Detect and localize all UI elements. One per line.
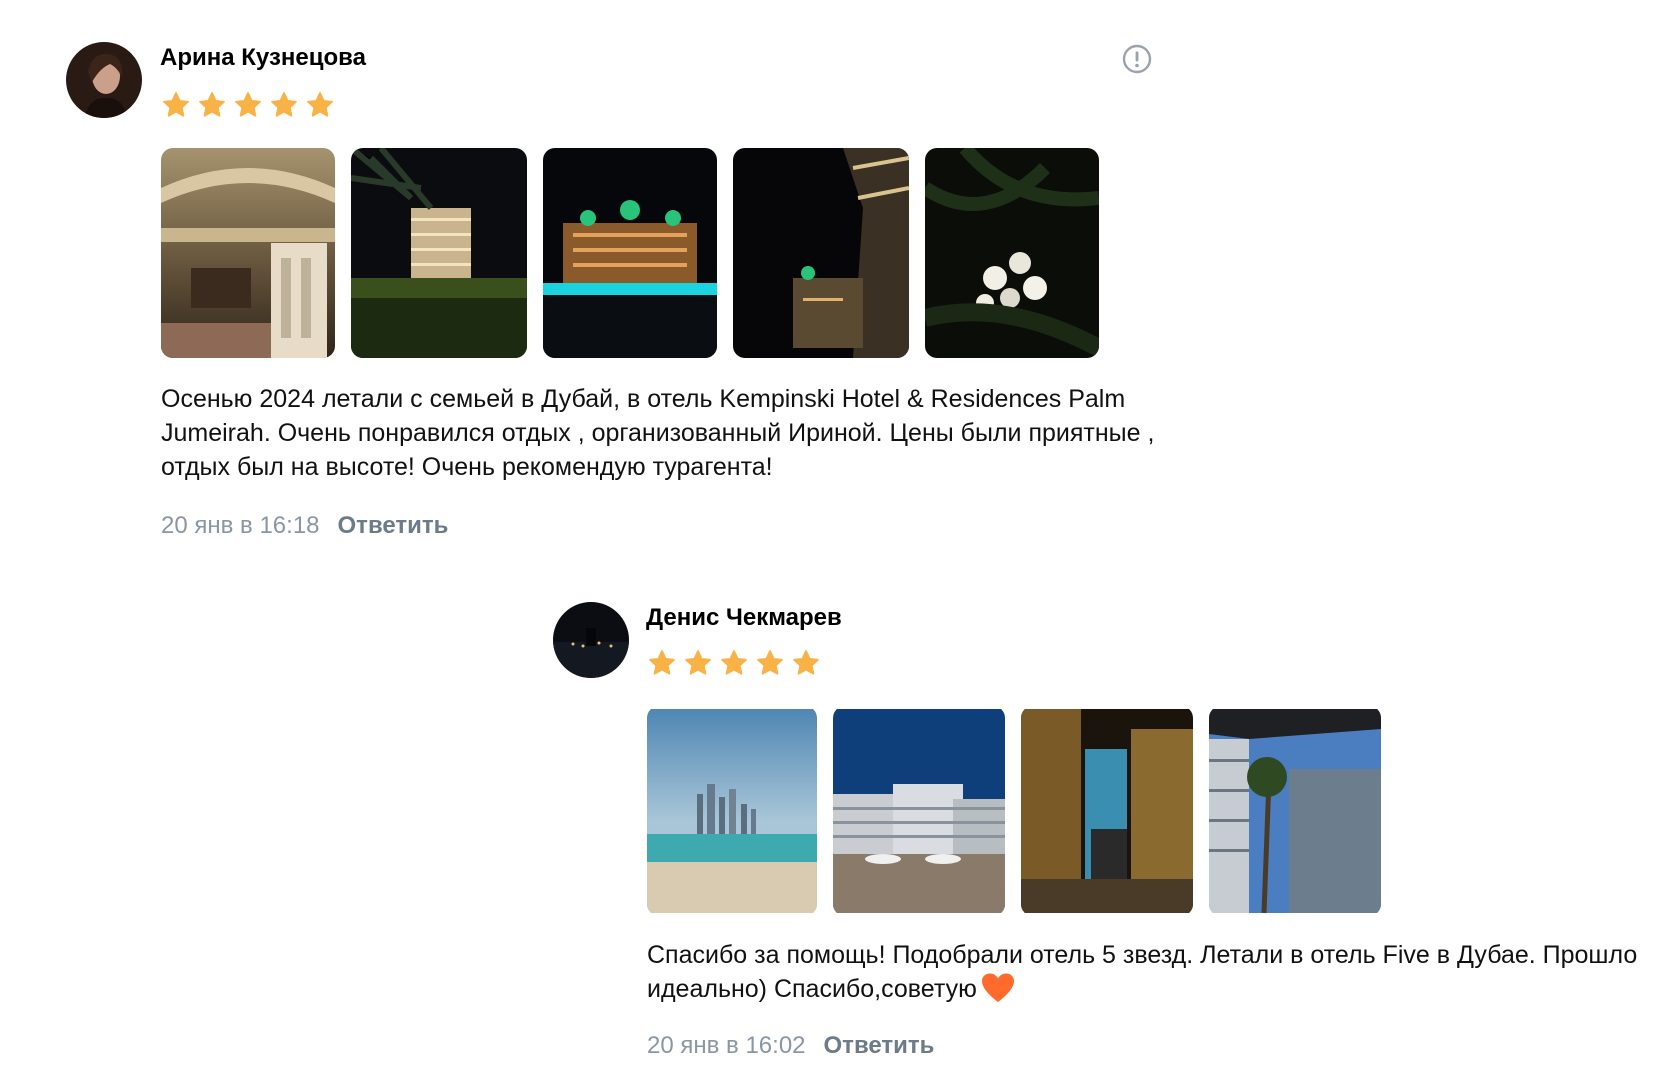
star-icon xyxy=(235,92,261,117)
review-card: Арина Кузнецова Осенью 2024 летали с сем… xyxy=(0,0,1659,540)
review-text: Спасибо за помощь! Подобрали отель 5 зве… xyxy=(647,938,1647,1006)
star-icon xyxy=(793,650,819,675)
exclamation-circle-icon[interactable] xyxy=(1122,44,1152,74)
photo-thumbnail[interactable] xyxy=(161,148,335,358)
photo-thumbnail[interactable] xyxy=(833,706,1005,916)
star-icon xyxy=(199,92,225,117)
star-icon xyxy=(271,92,297,117)
photo-thumbnail[interactable] xyxy=(351,148,527,358)
photo-thumbnail[interactable] xyxy=(733,148,909,358)
star-icon xyxy=(685,650,711,675)
photo-thumbnail[interactable] xyxy=(647,706,817,916)
author-name[interactable]: Арина Кузнецова xyxy=(160,44,366,72)
star-icon xyxy=(757,650,783,675)
photo-thumbnail[interactable] xyxy=(543,148,717,358)
review-card: Денис Чекмарев Спасибо за помощь! Подобр… xyxy=(0,540,1659,1080)
reply-button[interactable]: Ответить xyxy=(824,1032,935,1060)
author-name[interactable]: Денис Чекмарев xyxy=(646,604,842,632)
photo-gallery xyxy=(161,148,1099,358)
star-icon xyxy=(163,92,189,117)
rating-stars xyxy=(647,648,821,678)
review-text-body: Спасибо за помощь! Подобрали отель 5 зве… xyxy=(647,941,1638,1003)
review-meta: 20 янв в 16:18 Ответить xyxy=(161,512,448,540)
review-date[interactable]: 20 янв в 16:02 xyxy=(647,1032,806,1060)
rating-stars xyxy=(161,90,335,120)
review-text: Осенью 2024 летали с семьей в Дубай, в о… xyxy=(161,385,1155,481)
star-icon xyxy=(307,92,333,117)
star-icon xyxy=(721,650,747,675)
reply-button[interactable]: Ответить xyxy=(338,512,449,540)
photo-gallery xyxy=(647,706,1381,916)
photo-thumbnail[interactable] xyxy=(1209,706,1381,916)
avatar[interactable] xyxy=(66,42,142,118)
star-icon xyxy=(649,650,675,675)
photo-thumbnail[interactable] xyxy=(1021,706,1193,916)
orange-heart-icon xyxy=(981,973,1014,1002)
avatar[interactable] xyxy=(553,602,629,678)
photo-thumbnail[interactable] xyxy=(925,148,1099,358)
review-date[interactable]: 20 янв в 16:18 xyxy=(161,512,320,540)
review-meta: 20 янв в 16:02 Ответить xyxy=(647,1032,934,1060)
